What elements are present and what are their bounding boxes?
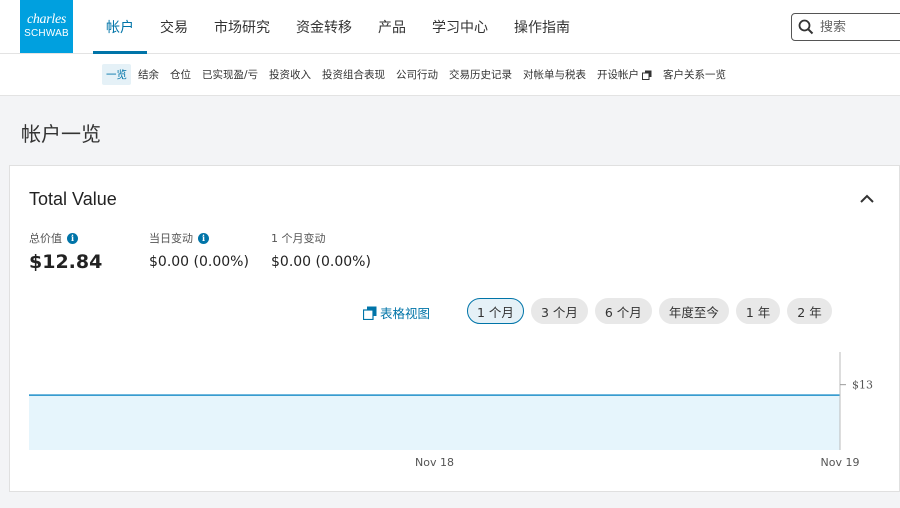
nav-products[interactable]: 产品 xyxy=(365,0,419,54)
day-change-value: $0.00 (0.00%) xyxy=(149,254,249,270)
charles-schwab-logo[interactable]: charles SCHWAB xyxy=(20,0,73,53)
metric-month-change: 1 个月变动 $0.00 (0.00%) xyxy=(271,230,371,270)
nav-research[interactable]: 市场研究 xyxy=(201,0,283,54)
subnav-open-account[interactable]: 开设帐户 xyxy=(593,64,656,85)
range-ytd[interactable]: 年度至今 xyxy=(658,298,729,324)
nav-accounts[interactable]: 帐户 xyxy=(93,0,147,54)
subnav-summary[interactable]: 一览 xyxy=(102,64,131,85)
x-tick-label: Nov 18 xyxy=(415,456,454,469)
range-2-years[interactable]: 2 年 xyxy=(787,298,832,324)
info-icon[interactable]: i xyxy=(198,232,209,244)
month-change-value: $0.00 (0.00%) xyxy=(271,254,371,270)
nav-how-to[interactable]: 操作指南 xyxy=(501,0,583,54)
info-icon[interactable]: i xyxy=(67,232,78,244)
chart-area-fill xyxy=(29,395,840,450)
card-title: Total Value xyxy=(29,189,117,209)
y-tick-label: $13 xyxy=(852,379,873,392)
table-view-icon xyxy=(363,306,377,320)
external-window-icon xyxy=(642,70,652,80)
total-value-chart: Nov 18 Nov 19 $13 xyxy=(29,352,873,469)
month-change-label: 1 个月变动 xyxy=(271,232,326,245)
total-value-label: 总价值 xyxy=(29,232,62,245)
nav-learning-center[interactable]: 学习中心 xyxy=(419,0,501,54)
main-nav: 帐户 交易 市场研究 资金转移 产品 学习中心 操作指南 xyxy=(93,0,583,54)
range-6-months[interactable]: 6 个月 xyxy=(594,298,652,324)
subnav-open-account-label: 开设帐户 xyxy=(597,69,640,81)
total-value-amount: $12.84 xyxy=(29,251,103,273)
day-change-label: 当日变动 xyxy=(149,232,193,245)
subnav-positions[interactable]: 仓位 xyxy=(166,64,195,85)
subnav-statements-tax-forms[interactable]: 对帐单与税表 xyxy=(519,64,590,85)
total-value-card: Total Value 总价值 i $12.84 当日变动 i $0.00 (0… xyxy=(9,165,900,492)
range-3-months[interactable]: 3 个月 xyxy=(530,298,588,324)
search-input[interactable] xyxy=(820,19,900,35)
search-icon xyxy=(798,19,814,35)
x-tick-label: Nov 19 xyxy=(821,456,860,469)
metric-day-change: 当日变动 i $0.00 (0.00%) xyxy=(149,230,249,270)
nav-trade[interactable]: 交易 xyxy=(147,0,201,54)
time-range-selector: 1 个月 3 个月 6 个月 年度至今 1 年 2 年 xyxy=(467,298,839,324)
chevron-up-icon[interactable] xyxy=(856,190,878,208)
subnav-corporate-actions[interactable]: 公司行动 xyxy=(392,64,442,85)
subnav-portfolio-performance[interactable]: 投资组合表现 xyxy=(318,64,389,85)
sub-nav: 一览 结余 仓位 已实现盈/亏 投资收入 投资组合表现 公司行动 交易历史记录 … xyxy=(0,54,900,96)
subnav-client-relationship-summary[interactable]: 客户关系一览 xyxy=(659,64,730,85)
logo-line2: SCHWAB xyxy=(24,28,69,39)
table-view-label: 表格视图 xyxy=(380,306,431,321)
table-view-link[interactable]: 表格视图 xyxy=(363,303,430,322)
range-1-month[interactable]: 1 个月 xyxy=(467,298,524,324)
top-header: charles SCHWAB 帐户 交易 市场研究 资金转移 产品 学习中心 操… xyxy=(0,0,900,54)
subnav-investment-income[interactable]: 投资收入 xyxy=(265,64,315,85)
nav-move-money[interactable]: 资金转移 xyxy=(283,0,365,54)
subnav-transaction-history[interactable]: 交易历史记录 xyxy=(445,64,516,85)
range-1-year[interactable]: 1 年 xyxy=(735,298,781,324)
search-box[interactable] xyxy=(791,13,900,41)
subnav-realized-gain-loss[interactable]: 已实现盈/亏 xyxy=(198,64,262,85)
metric-total-value: 总价值 i $12.84 xyxy=(29,230,102,273)
subnav-balances[interactable]: 结余 xyxy=(134,64,163,85)
page-title: 帐户一览 xyxy=(21,122,101,146)
logo-line1: charles xyxy=(26,12,67,27)
